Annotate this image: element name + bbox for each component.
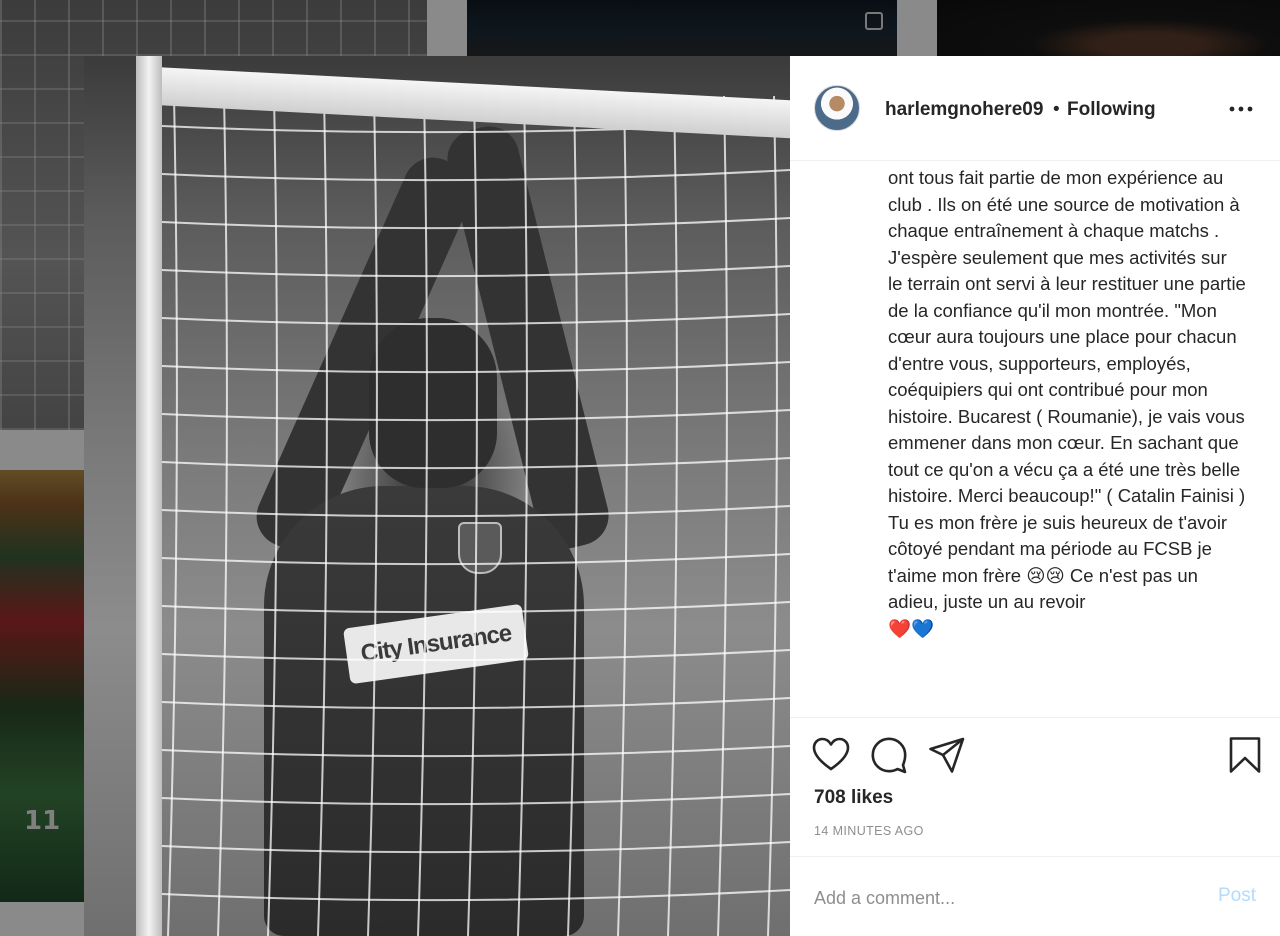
jersey-number: 11 [24,806,61,836]
background-post-thumbnail[interactable] [467,0,897,56]
net-line [767,95,778,936]
comment-bar: Post [790,856,1280,936]
net-line [267,95,278,936]
comment-icon[interactable] [870,736,908,774]
likes-count[interactable]: 708 likes [814,787,893,809]
net-line [161,649,790,662]
share-icon[interactable] [928,736,966,774]
net-line [161,745,790,758]
more-options-icon[interactable] [1226,100,1256,118]
overlay-dim [467,0,897,56]
net-line [161,889,790,902]
following-button[interactable]: Following [1067,99,1156,121]
caption-scroll-area[interactable]: ont tous fait partie de mon expérience a… [790,161,1280,718]
net-line [161,697,790,710]
bookmark-icon[interactable] [1226,736,1264,774]
username-link[interactable]: harlemgnohere09 [885,99,1043,121]
background-post-thumbnail[interactable]: 11 [0,470,84,902]
avatar[interactable] [814,85,860,131]
post-sidebar: harlemgnohere09 • Following ont tous fai… [790,56,1280,936]
net-line [161,841,790,854]
post-header: harlemgnohere09 • Following [790,56,1280,161]
net-line [217,95,228,936]
post-photo[interactable]: City Insurance [84,56,790,936]
goal-net [161,95,790,936]
gallery-icon [865,12,883,30]
post-comment-button[interactable]: Post [1218,885,1256,907]
post-timestamp[interactable]: 14 MINUTES AGO [814,824,924,838]
post-modal: City Insurance harlemgnohere09 • Followi… [84,56,1280,936]
net-line [161,793,790,806]
net-line [567,95,578,936]
goal-post [136,56,162,936]
heart-icon[interactable] [812,736,850,774]
net-line [617,95,628,936]
action-bar [790,718,1280,784]
background-post-thumbnail[interactable] [937,0,1280,56]
separator-dot: • [1053,99,1060,120]
net-line [667,95,678,936]
overlay-dim [0,470,84,902]
post-caption: ont tous fait partie de mon expérience a… [888,167,1246,639]
comment-input[interactable] [814,881,1174,915]
overlay-dim [937,0,1280,56]
